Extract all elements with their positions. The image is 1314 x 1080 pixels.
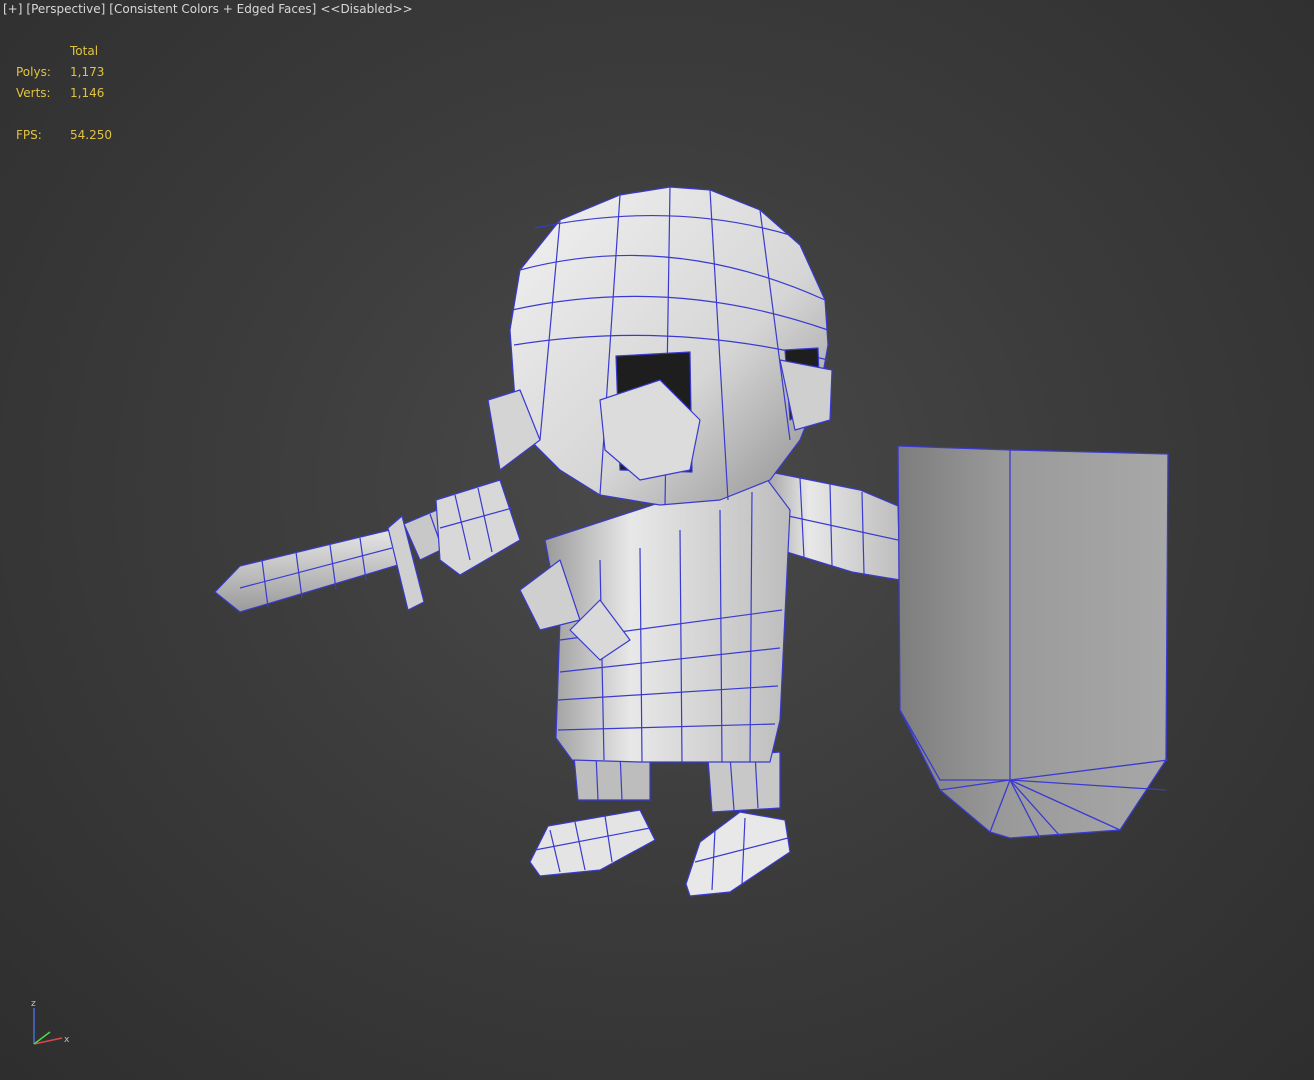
axis-tripod-icon: z x [31, 999, 70, 1045]
left-arm-mesh[interactable] [435, 479, 521, 576]
torso-mesh[interactable] [519, 469, 791, 763]
shield-mesh[interactable] [897, 445, 1169, 839]
head-mesh[interactable] [487, 186, 833, 506]
perspective-viewport[interactable]: [+] [Perspective] [Consistent Colors + E… [0, 0, 1314, 1080]
knight-mesh-scene[interactable] [0, 0, 1314, 1080]
legs-mesh[interactable] [529, 751, 791, 897]
axis-x-label: x [64, 1035, 70, 1045]
axis-z-label: z [31, 999, 36, 1009]
